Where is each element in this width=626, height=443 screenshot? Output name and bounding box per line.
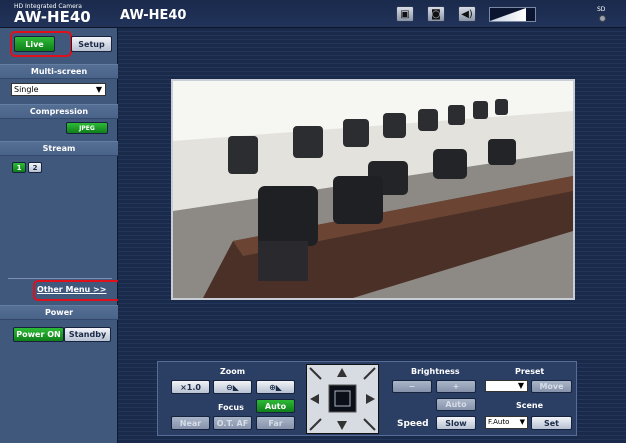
zoom-in-icon[interactable]: ⊕◣ bbox=[256, 380, 295, 394]
brightness-auto-button[interactable]: Auto bbox=[436, 398, 476, 411]
speed-label: Speed bbox=[397, 419, 429, 429]
camera-icon[interactable]: ◙ bbox=[427, 6, 445, 22]
sidebar-divider bbox=[8, 278, 112, 279]
signal-level-meter bbox=[489, 7, 536, 22]
focus-otaf-button[interactable]: O.T. AF bbox=[213, 416, 252, 430]
scene-select[interactable]: F.Auto ▼ bbox=[485, 416, 528, 429]
multiscreen-value: Single bbox=[14, 85, 39, 94]
sd-label: SD bbox=[597, 6, 606, 13]
live-video[interactable] bbox=[171, 79, 575, 300]
multiscreen-select[interactable]: Single ▼ bbox=[11, 83, 106, 96]
chevron-down-icon: ▼ bbox=[517, 381, 524, 390]
pan-tilt-pad[interactable] bbox=[306, 364, 379, 434]
page-title: AW-HE40 bbox=[120, 8, 187, 23]
preset-title: Preset bbox=[515, 367, 545, 376]
live-button[interactable]: Live bbox=[14, 36, 55, 52]
jpeg-button[interactable]: JPEG bbox=[66, 122, 108, 134]
zoom-x1-button[interactable]: ×1.0 bbox=[171, 380, 210, 394]
preset-move-button[interactable]: Move bbox=[531, 380, 572, 393]
stream-2-button[interactable]: 2 bbox=[28, 162, 42, 173]
scene-set-button[interactable]: Set bbox=[531, 416, 572, 430]
preset-select[interactable]: ▼ bbox=[485, 380, 528, 392]
signal-level-fill bbox=[490, 8, 526, 21]
stream-title: Stream bbox=[0, 141, 118, 156]
scene-title: Scene bbox=[516, 401, 544, 410]
chevron-down-icon: ▼ bbox=[519, 418, 525, 426]
setup-button[interactable]: Setup bbox=[71, 36, 112, 52]
brightness-minus-button[interactable]: − bbox=[392, 380, 432, 393]
sd-status-icon bbox=[599, 15, 606, 22]
volume-icon[interactable]: ◀) bbox=[458, 6, 476, 22]
snapshot-icon[interactable]: ▣ bbox=[396, 6, 414, 22]
brightness-plus-button[interactable]: + bbox=[436, 380, 476, 393]
conference-room-image bbox=[173, 81, 573, 298]
focus-auto-button[interactable]: Auto bbox=[256, 399, 295, 413]
standby-button[interactable]: Standby bbox=[64, 327, 111, 342]
power-on-button[interactable]: Power ON bbox=[13, 327, 64, 342]
pan-tilt-arrows-icon bbox=[307, 365, 378, 433]
header-bar: HD Integrated Camera AW-HE40 AW-HE40 ▣ ◙… bbox=[0, 0, 626, 28]
chevron-down-icon: ▼ bbox=[95, 85, 102, 94]
zoom-out-icon[interactable]: ⊖◣ bbox=[213, 380, 252, 394]
brand-model: AW-HE40 bbox=[14, 8, 91, 26]
other-menu-link[interactable]: Other Menu >> bbox=[37, 285, 106, 294]
brightness-title: Brightness bbox=[411, 367, 460, 376]
power-title: Power bbox=[0, 305, 118, 320]
scene-value: F.Auto bbox=[488, 418, 510, 426]
focus-far-button[interactable]: Far bbox=[256, 416, 295, 430]
zoom-title: Zoom bbox=[220, 367, 246, 376]
stream-1-button[interactable]: 1 bbox=[12, 162, 26, 173]
compression-title: Compression bbox=[0, 104, 118, 119]
focus-title: Focus bbox=[218, 403, 244, 412]
focus-near-button[interactable]: Near bbox=[171, 416, 210, 430]
speed-slow-button[interactable]: Slow bbox=[436, 416, 476, 430]
multiscreen-title: Multi-screen bbox=[0, 64, 118, 79]
